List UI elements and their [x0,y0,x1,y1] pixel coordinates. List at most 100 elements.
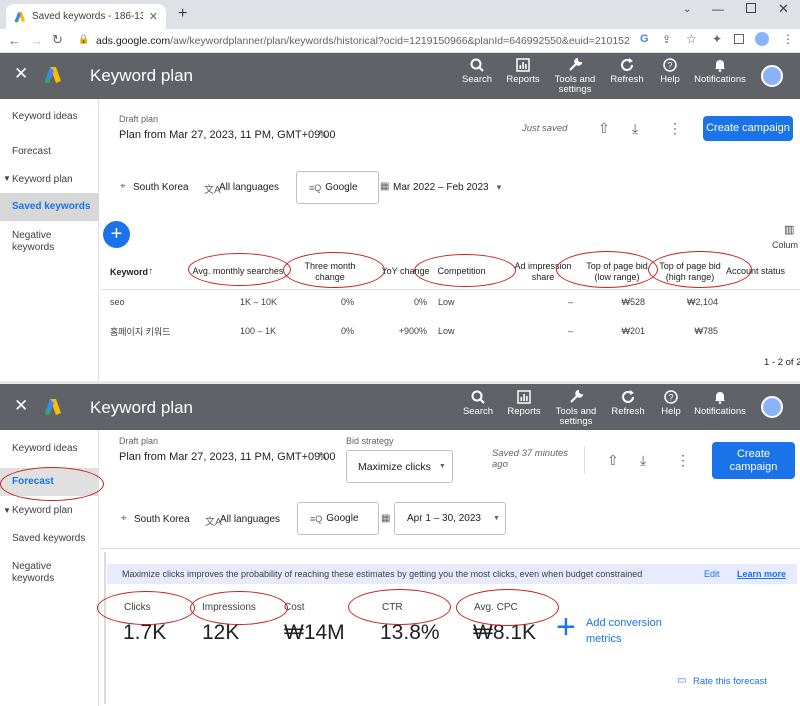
col-competition[interactable]: Competition [420,266,503,277]
feedback-icon[interactable]: ▭ [677,675,686,686]
banner-text: Maximize clicks improves the probability… [122,569,643,579]
menu-dots-icon[interactable]: ⋮ [782,32,794,46]
columns-label[interactable]: Colum [772,240,798,250]
language-filter[interactable]: All languages [219,182,279,193]
search-button[interactable]: Search [452,390,504,417]
calendar-icon: ▦ [381,513,391,524]
metric-clicks-value: 1.7K [123,621,167,644]
bookmark-star-icon[interactable]: ☆ [686,32,697,46]
reports-button[interactable]: Reports [497,58,549,85]
app-header-bottom: ✕ Keyword plan Search Reports Tools and … [0,384,800,430]
avatar[interactable] [761,396,783,418]
google-ads-favicon [14,11,25,22]
columns-icon[interactable]: ▥ [784,223,794,236]
browser-tab[interactable]: Saved keywords - 186-131-7628 ✕ [6,4,166,29]
help-button[interactable]: ? Help [644,58,696,85]
date-range-value: Apr 1 – 30, 2023 [407,513,481,524]
search-button[interactable]: Search [451,58,503,85]
download-icon[interactable]: ⤓ [640,452,646,469]
table-row[interactable]: seo 1K – 10K 0% 0% Low – ₩528 ₩2,104 [100,290,800,319]
location-pin-icon: ⌖ [120,181,126,192]
table-row[interactable]: 홈페이지 키워드 100 – 1K 0% +900% Low – ₩201 ₩7… [100,319,800,348]
more-vert-icon[interactable]: ⋮ [676,452,690,469]
create-campaign-button[interactable]: Create campaign [712,442,795,479]
plan-name: Plan from Mar 27, 2023, 11 PM, GMT+09:00 [119,129,336,141]
sidebar-item-saved-keywords[interactable]: Saved keywords [12,533,85,545]
location-filter[interactable]: South Korea [134,514,190,525]
tools-button[interactable]: Tools and settings [549,58,601,95]
edit-pencil-icon[interactable]: ✎ [318,450,327,463]
col-avg-monthly-searches[interactable]: Avg. monthly searches [188,266,288,277]
tools-button[interactable]: Tools and settings [550,390,602,427]
plus-icon: + [556,608,576,646]
profile-icon[interactable] [755,32,769,46]
language-filter[interactable]: All languages [220,514,280,525]
tab-close-icon[interactable]: ✕ [149,10,158,23]
banner-edit-link[interactable]: Edit [704,569,720,579]
network-filter[interactable]: ≡Q Google [296,171,379,204]
lock-icon: 🔒 [78,34,90,44]
window-chevron-icon[interactable]: ⌄ [683,4,691,15]
maximize-icon[interactable] [746,3,756,13]
notifications-button[interactable]: Notifications [692,390,748,417]
help-button[interactable]: ? Help [645,390,697,417]
share-icon[interactable]: ⇧ [598,120,610,137]
create-campaign-button[interactable]: Create campaign [703,116,793,141]
collapse-caret-icon[interactable]: ▼ [3,506,11,515]
sidebar-item-forecast[interactable]: Forecast [0,468,99,496]
row-avg-searches: 1K – 10K [240,297,278,307]
sidebar-item-keyword-plan[interactable]: Keyword plan [12,505,73,517]
reports-button[interactable]: Reports [498,390,550,417]
date-range-filter[interactable]: Mar 2022 – Feb 2023 [393,182,489,193]
download-icon[interactable]: ⤓ [632,120,638,137]
minimize-icon[interactable]: — [712,2,724,16]
back-icon[interactable]: ← [8,33,21,48]
rate-forecast-link[interactable]: Rate this forecast [693,676,767,687]
edit-pencil-icon[interactable]: ✎ [318,128,327,141]
sidebar-item-negative-keywords[interactable]: Negative keywords [12,561,72,585]
sidebar-item-saved-keywords[interactable]: Saved keywords [0,193,99,221]
add-conversion-metrics-button[interactable]: + Add conversion metrics [556,608,678,648]
sidebar-item-negative-keywords[interactable]: Negative keywords [12,230,72,254]
col-top-bid-low[interactable]: Top of page bid (low range) [582,261,652,283]
new-tab-icon[interactable]: + [178,5,187,23]
reload-icon[interactable]: ↻ [52,32,63,48]
network-filter[interactable]: ≡Q Google [297,502,379,535]
avatar[interactable] [761,65,783,87]
extensions-icon[interactable]: ✦ [712,32,722,46]
collapse-caret-icon[interactable]: ▼ [3,174,11,183]
col-keyword[interactable]: Keyword [110,267,148,278]
sort-arrow-icon[interactable]: ↑ [148,266,153,277]
col-top-bid-high[interactable]: Top of page bid (high range) [655,261,725,283]
close-window-icon[interactable]: ✕ [778,1,789,17]
metric-impressions-label: Impressions [202,602,256,613]
search-icon [470,58,484,72]
close-icon[interactable]: ✕ [14,64,28,84]
date-dropdown-icon[interactable]: ▼ [495,183,503,192]
close-icon[interactable]: ✕ [14,396,28,416]
col-ad-impression-share[interactable]: Ad impression share [512,261,574,283]
tools-label: Tools and settings [554,74,596,95]
row-bid-high: ₩2,104 [686,297,718,307]
banner-learn-more-link[interactable]: Learn more [737,569,786,579]
sidepanel-icon[interactable] [734,34,744,44]
date-range-dropdown[interactable]: Apr 1 – 30, 2023 ▼ [394,502,506,535]
sidebar-item-keyword-ideas[interactable]: Keyword ideas [12,111,78,123]
forward-icon[interactable]: → [30,33,43,48]
share-icon[interactable]: ⇧ [607,452,619,469]
share-icon[interactable]: ⇪ [662,33,671,46]
col-three-month-change[interactable]: Three month change [300,261,360,283]
url-field[interactable]: ads.google.com/aw/keywordplanner/plan/ke… [96,35,631,47]
notifications-button[interactable]: Notifications [692,58,748,85]
google-lens-icon[interactable]: G [640,33,649,45]
sidebar-item-keyword-plan[interactable]: Keyword plan [12,174,73,186]
add-keyword-button[interactable]: + [103,221,130,248]
sidebar-item-forecast[interactable]: Forecast [12,146,51,158]
sidebar-item-keyword-ideas[interactable]: Keyword ideas [12,443,78,455]
location-filter[interactable]: South Korea [133,182,189,193]
reports-icon [517,390,531,404]
bid-strategy-dropdown[interactable]: Maximize clicks ▼ [346,450,453,483]
pagination: 1 - 2 of 2 [764,357,800,368]
more-vert-icon[interactable]: ⋮ [668,120,682,137]
col-account-status[interactable]: Account status [726,266,800,277]
